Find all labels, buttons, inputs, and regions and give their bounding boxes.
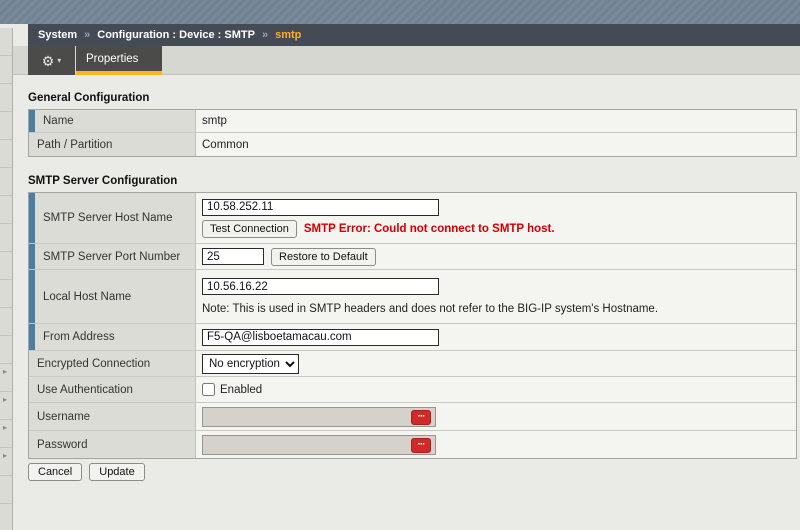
from-address-cell [196, 324, 796, 350]
username-cell: ··· [196, 403, 796, 430]
table-row: SMTP Server Host Name Test Connection SM… [29, 193, 796, 244]
table-row: From Address [29, 324, 796, 351]
options-gear-button[interactable]: ⚙ ▾ [28, 46, 75, 75]
gear-icon: ⚙ [41, 52, 55, 69]
nav-expand-icon[interactable]: ▸ [3, 368, 7, 376]
name-value: smtp [202, 115, 227, 127]
table-row: Encrypted Connection No encryption [29, 351, 796, 377]
test-connection-button[interactable]: Test Connection [202, 219, 297, 238]
main-content: General Configuration Name smtp Path / P… [28, 75, 797, 481]
table-row: Local Host Name Note: This is used in SM… [29, 270, 796, 324]
cancel-button[interactable]: Cancel [28, 463, 83, 481]
tab-properties-label: Properties [86, 52, 139, 65]
table-row: Use Authentication Enabled [29, 377, 796, 403]
username-label: Username [29, 403, 196, 430]
password-field: ··· [202, 434, 436, 455]
smtp-configuration-heading: SMTP Server Configuration [28, 175, 178, 187]
general-configuration-table: Name smtp Path / Partition Common [28, 109, 797, 157]
form-actions: Cancel Update [28, 463, 797, 481]
nav-expand-icon[interactable]: ▸ [3, 396, 7, 404]
nav-expand-icon[interactable]: ▸ [3, 424, 7, 432]
local-host-input[interactable] [202, 278, 439, 295]
encrypted-connection-label: Encrypted Connection [29, 351, 196, 376]
table-row: Username ··· [29, 403, 796, 431]
name-label: Name [29, 110, 196, 132]
from-address-label: From Address [29, 324, 196, 350]
encrypted-connection-cell: No encryption [196, 351, 796, 376]
smtp-port-label: SMTP Server Port Number [29, 244, 196, 269]
restore-default-button[interactable]: Restore to Default [271, 247, 376, 266]
tab-properties[interactable]: Properties [76, 46, 162, 75]
username-field: ··· [202, 406, 436, 427]
local-host-cell: Note: This is used in SMTP headers and d… [196, 270, 796, 323]
table-row: Name smtp [29, 110, 796, 133]
breadcrumb: System » Configuration : Device : SMTP »… [28, 24, 800, 46]
partition-value: Common [202, 138, 249, 151]
breadcrumb-path[interactable]: Configuration : Device : SMTP [97, 29, 255, 41]
breadcrumb-current: smtp [275, 29, 302, 41]
use-authentication-checkbox[interactable] [202, 383, 215, 396]
smtp-error-message: SMTP Error: Could not connect to SMTP ho… [303, 222, 555, 235]
breadcrumb-section[interactable]: System [38, 29, 77, 41]
smtp-host-cell: Test Connection SMTP Error: Could not co… [196, 193, 796, 243]
breadcrumb-separator-icon: » [261, 29, 269, 41]
table-row: Path / Partition Common [29, 133, 796, 156]
general-configuration-heading: General Configuration [28, 92, 150, 104]
update-button[interactable]: Update [89, 463, 145, 481]
use-authentication-cell: Enabled [196, 377, 796, 402]
table-row: Password ··· [29, 431, 796, 458]
smtp-port-input[interactable] [202, 248, 264, 265]
nav-expand-icon[interactable]: ▸ [3, 452, 7, 460]
local-host-label: Local Host Name [29, 270, 196, 323]
smtp-host-label: SMTP Server Host Name [29, 193, 196, 243]
encrypted-connection-select[interactable]: No encryption [202, 353, 299, 374]
chevron-down-icon: ▾ [57, 56, 62, 65]
from-address-input[interactable] [202, 328, 439, 346]
password-cell: ··· [196, 431, 796, 458]
top-banner [0, 0, 800, 24]
smtp-host-input[interactable] [202, 198, 439, 216]
table-row: SMTP Server Port Number Restore to Defau… [29, 244, 796, 270]
smtp-port-cell: Restore to Default [196, 244, 796, 269]
partition-label: Path / Partition [29, 133, 196, 156]
use-authentication-label: Use Authentication [29, 377, 196, 402]
local-host-note: Note: This is used in SMTP headers and d… [202, 303, 659, 315]
breadcrumb-separator-icon: » [84, 29, 91, 41]
username-picker-button[interactable]: ··· [411, 409, 431, 425]
password-picker-button[interactable]: ··· [411, 437, 431, 453]
smtp-configuration-table: SMTP Server Host Name Test Connection SM… [28, 192, 797, 459]
nav-menu-edge: ▸ ▸ ▸ ▸ [0, 28, 13, 530]
password-label: Password [29, 431, 196, 458]
enabled-label: Enabled [220, 383, 263, 396]
